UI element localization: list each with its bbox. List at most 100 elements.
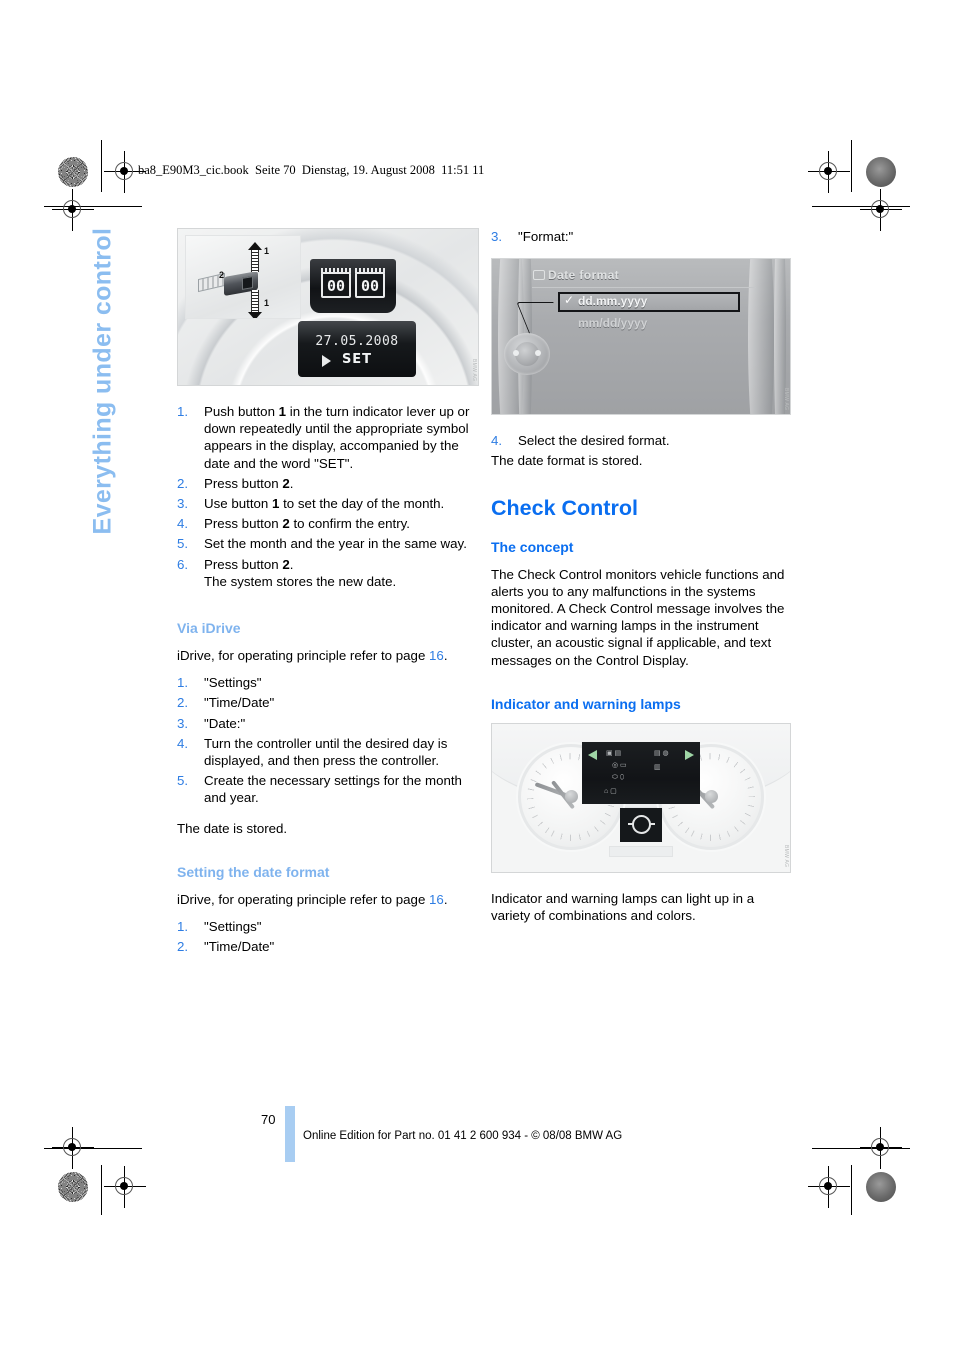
crop-line-top-left-v bbox=[101, 140, 102, 192]
list-item: 4. Turn the controller until the desired … bbox=[177, 735, 479, 769]
brake-warning-icon bbox=[627, 815, 655, 835]
list-item-text: Push button 1 in the turn indicator leve… bbox=[204, 404, 470, 471]
crop-line-top-right-v bbox=[851, 140, 852, 192]
registration-mark-top-right bbox=[808, 151, 850, 193]
page-reference-link[interactable]: 16 bbox=[429, 648, 444, 663]
the-concept-body: The Check Control monitors vehicle funct… bbox=[491, 566, 785, 668]
via-idrive-closing: The date is stored. bbox=[177, 820, 288, 836]
list-item-text: "Settings" bbox=[204, 919, 262, 935]
left-column: 1 1 2 00 00 27.05.2008 SET BMW AG 1. Push… bbox=[177, 228, 479, 958]
list-item-text: "Format:" bbox=[518, 229, 574, 244]
checkmark-icon: ✓ bbox=[564, 293, 575, 308]
telltale-row-6: ▥ bbox=[654, 763, 661, 771]
lamps-body-text: Indicator and warning lamps can light up… bbox=[491, 890, 755, 924]
list-item-text: "Settings" bbox=[204, 675, 262, 691]
stalk-button-icon bbox=[242, 276, 253, 290]
list-item: 2. "Time/Date" bbox=[177, 694, 479, 711]
callout-arrow-down bbox=[248, 290, 262, 318]
display-date-text: 27.05.2008 bbox=[315, 334, 399, 349]
option-mm-dd-yyyy[interactable]: mm/dd/yyyy bbox=[578, 316, 647, 330]
heading-via-idrive: Via iDrive bbox=[177, 620, 241, 637]
steps-list-manual-date: 1. Push button 1 in the turn indicator le… bbox=[177, 403, 479, 590]
section-title-check-control: Check Control bbox=[491, 495, 638, 520]
figure-id-code-2: BMW AG bbox=[783, 387, 789, 411]
list-item: 3. Use button 1 to set the day of the mon… bbox=[177, 495, 479, 512]
list-item: 1. "Settings" bbox=[177, 918, 479, 935]
list-item-text: Press button 2. The system stores the new… bbox=[204, 556, 397, 589]
list-item: 3. "Format:" bbox=[491, 228, 791, 245]
display-set-text: SET bbox=[341, 352, 373, 367]
list-item: 3. "Date:" bbox=[177, 715, 479, 732]
list-item: 4. Press button 2 to confirm the entry. bbox=[177, 515, 479, 532]
list-item: 1. "Settings" bbox=[177, 674, 479, 691]
color-rosette-bottom-left bbox=[58, 1172, 88, 1202]
page-sheet: ba8_E90M3_cic.book Seite 70 Dienstag, 19… bbox=[0, 0, 954, 1350]
header-slug: ba8_E90M3_cic.book Seite 70 Dienstag, 19… bbox=[138, 163, 485, 177]
list-item-number: 4. bbox=[491, 433, 503, 449]
date-format-intro: iDrive, for operating principle refer to… bbox=[177, 891, 479, 908]
list-item-number: 1. bbox=[177, 675, 189, 691]
list-item-text: Set the month and the year in the same w… bbox=[204, 536, 467, 552]
registration-mark-left-lower bbox=[52, 1127, 94, 1169]
list-item: 2. Press button 2. bbox=[177, 475, 479, 492]
list-item-text: Turn the controller until the desired da… bbox=[204, 735, 448, 769]
chapter-tab-title: Everything under control bbox=[88, 227, 117, 535]
figure-id-code-3: BMW AG bbox=[783, 845, 789, 868]
list-item-number: 3. bbox=[177, 715, 189, 731]
list-item: 6. Press button 2. The system stores the n… bbox=[177, 556, 479, 590]
screen-title-text: Date format bbox=[548, 268, 620, 283]
steps-list-format: 3. "Format:" bbox=[491, 228, 791, 245]
turn-signal-right-icon bbox=[685, 749, 694, 760]
telltale-row-3: ⬭ ⬯ bbox=[612, 773, 625, 781]
heading-indicator-warning-lamps: Indicator and warning lamps bbox=[491, 695, 681, 712]
page-reference-link-2[interactable]: 16 bbox=[429, 892, 444, 907]
calendar-display-graphic: 00 00 bbox=[310, 259, 396, 313]
list-item-number: 5. bbox=[177, 536, 189, 552]
list-item-text: "Time/Date" bbox=[204, 695, 275, 711]
registration-mark-top-left bbox=[104, 151, 146, 193]
settings-icon bbox=[533, 270, 545, 281]
registration-mark-right-lower bbox=[860, 1127, 902, 1169]
figure-date-format-screen: Date format ✓ dd.mm.yyyy mm/dd/yyyy BMW … bbox=[491, 258, 791, 416]
list-item: 1. Push button 1 in the turn indicator le… bbox=[177, 403, 479, 472]
steps-list-date-format: 1. "Settings" 2. "Time/Date" bbox=[177, 918, 479, 955]
calendar-digit-left: 00 bbox=[321, 272, 351, 298]
date-format-intro-before: iDrive, for operating principle refer to… bbox=[177, 891, 430, 907]
after-step-4-text: The date format is stored. bbox=[491, 453, 643, 469]
via-idrive-intro-before: iDrive, for operating principle refer to… bbox=[177, 648, 430, 664]
via-idrive-intro-after: . bbox=[443, 648, 448, 664]
telltale-row-5: ▤ ◍ bbox=[654, 749, 669, 757]
list-item-number: 4. bbox=[177, 516, 189, 532]
list-item-number: 5. bbox=[177, 773, 189, 789]
list-item-number: 3. bbox=[177, 496, 189, 512]
center-telltale-panel: ▣ ▤ ◎ ▭ ⬭ ⬯ ⌂ ▢ ▤ ◍ ▥ bbox=[582, 741, 700, 804]
footer-copyright-text: Online Edition for Part no. 01 41 2 600 … bbox=[303, 1130, 623, 1142]
list-item: 5. Set the month and the year in the same… bbox=[177, 535, 479, 552]
list-item-number: 3. bbox=[491, 229, 503, 244]
list-item: 4. Select the desired format. bbox=[491, 432, 791, 449]
page-number: 70 bbox=[261, 1112, 276, 1127]
list-item-text: Press button 2. bbox=[204, 475, 294, 491]
list-item: 5. Create the necessary settings for the … bbox=[177, 772, 479, 806]
turn-signal-left-icon bbox=[588, 749, 597, 760]
right-column: 3. "Format:" Date format ✓ dd.mm.yyyy mm/… bbox=[491, 228, 791, 924]
brake-warning-lamp-box bbox=[620, 807, 662, 842]
callout-arrow-up bbox=[248, 242, 262, 272]
calendar-digit-right: 00 bbox=[355, 272, 385, 298]
registration-mark-bottom-right bbox=[808, 1166, 850, 1208]
option-dd-mm-yyyy[interactable]: dd.mm.yyyy bbox=[578, 294, 647, 308]
list-item-text: Use button 1 to set the day of the month… bbox=[204, 496, 445, 512]
footer-accent-bar bbox=[285, 1106, 295, 1162]
list-item-text: Create the necessary settings for the mo… bbox=[204, 773, 462, 806]
list-item-text: "Date:" bbox=[204, 715, 246, 731]
registration-mark-bottom-left bbox=[104, 1166, 146, 1208]
date-format-intro-after: . bbox=[443, 891, 448, 907]
speedometer-hub bbox=[564, 790, 578, 804]
list-item-text: Press button 2 to confirm the entry. bbox=[204, 516, 410, 532]
list-item-number: 6. bbox=[177, 556, 189, 572]
list-item-number: 2. bbox=[177, 475, 189, 491]
list-item-number: 4. bbox=[177, 735, 189, 751]
instrument-display-date-panel: 27.05.2008 SET bbox=[298, 321, 416, 377]
figure-id-code: BMW AG bbox=[471, 358, 477, 381]
list-item-number: 1. bbox=[177, 404, 189, 419]
